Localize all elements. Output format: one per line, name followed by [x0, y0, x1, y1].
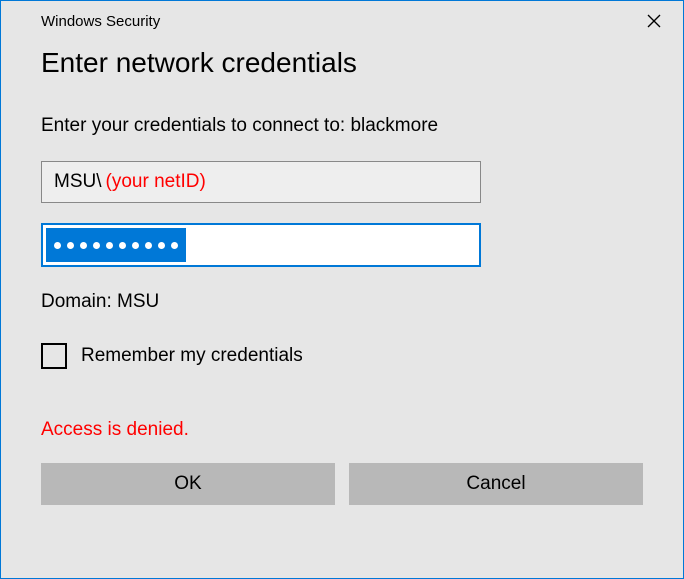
password-dot [93, 242, 100, 249]
dialog-content: Enter network credentials Enter your cre… [1, 41, 683, 525]
remember-label: Remember my credentials [81, 345, 303, 367]
ok-button[interactable]: OK [41, 463, 335, 505]
username-prefix: MSU\ [54, 171, 102, 193]
close-button[interactable] [639, 9, 669, 33]
credentials-dialog: Windows Security Enter network credentia… [0, 0, 684, 579]
error-message: Access is denied. [41, 419, 643, 441]
username-hint: (your netID) [106, 171, 206, 193]
dialog-prompt: Enter your credentials to connect to: bl… [41, 115, 643, 137]
cancel-button[interactable]: Cancel [349, 463, 643, 505]
dialog-heading: Enter network credentials [41, 47, 643, 79]
password-dot [106, 242, 113, 249]
password-dot [171, 242, 178, 249]
button-row: OK Cancel [41, 463, 643, 505]
password-dot [67, 242, 74, 249]
password-dot [80, 242, 87, 249]
window-title: Windows Security [41, 13, 160, 30]
remember-checkbox[interactable] [41, 343, 67, 369]
password-field[interactable] [41, 223, 481, 267]
username-field[interactable]: MSU\ (your netID) [41, 161, 481, 203]
password-dot [119, 242, 126, 249]
close-icon [647, 14, 661, 28]
remember-credentials-row: Remember my credentials [41, 343, 643, 369]
password-dot [132, 242, 139, 249]
password-dot [158, 242, 165, 249]
password-value [46, 228, 186, 262]
password-dot [54, 242, 61, 249]
domain-label: Domain: MSU [41, 291, 643, 313]
password-dot [145, 242, 152, 249]
titlebar: Windows Security [1, 1, 683, 41]
